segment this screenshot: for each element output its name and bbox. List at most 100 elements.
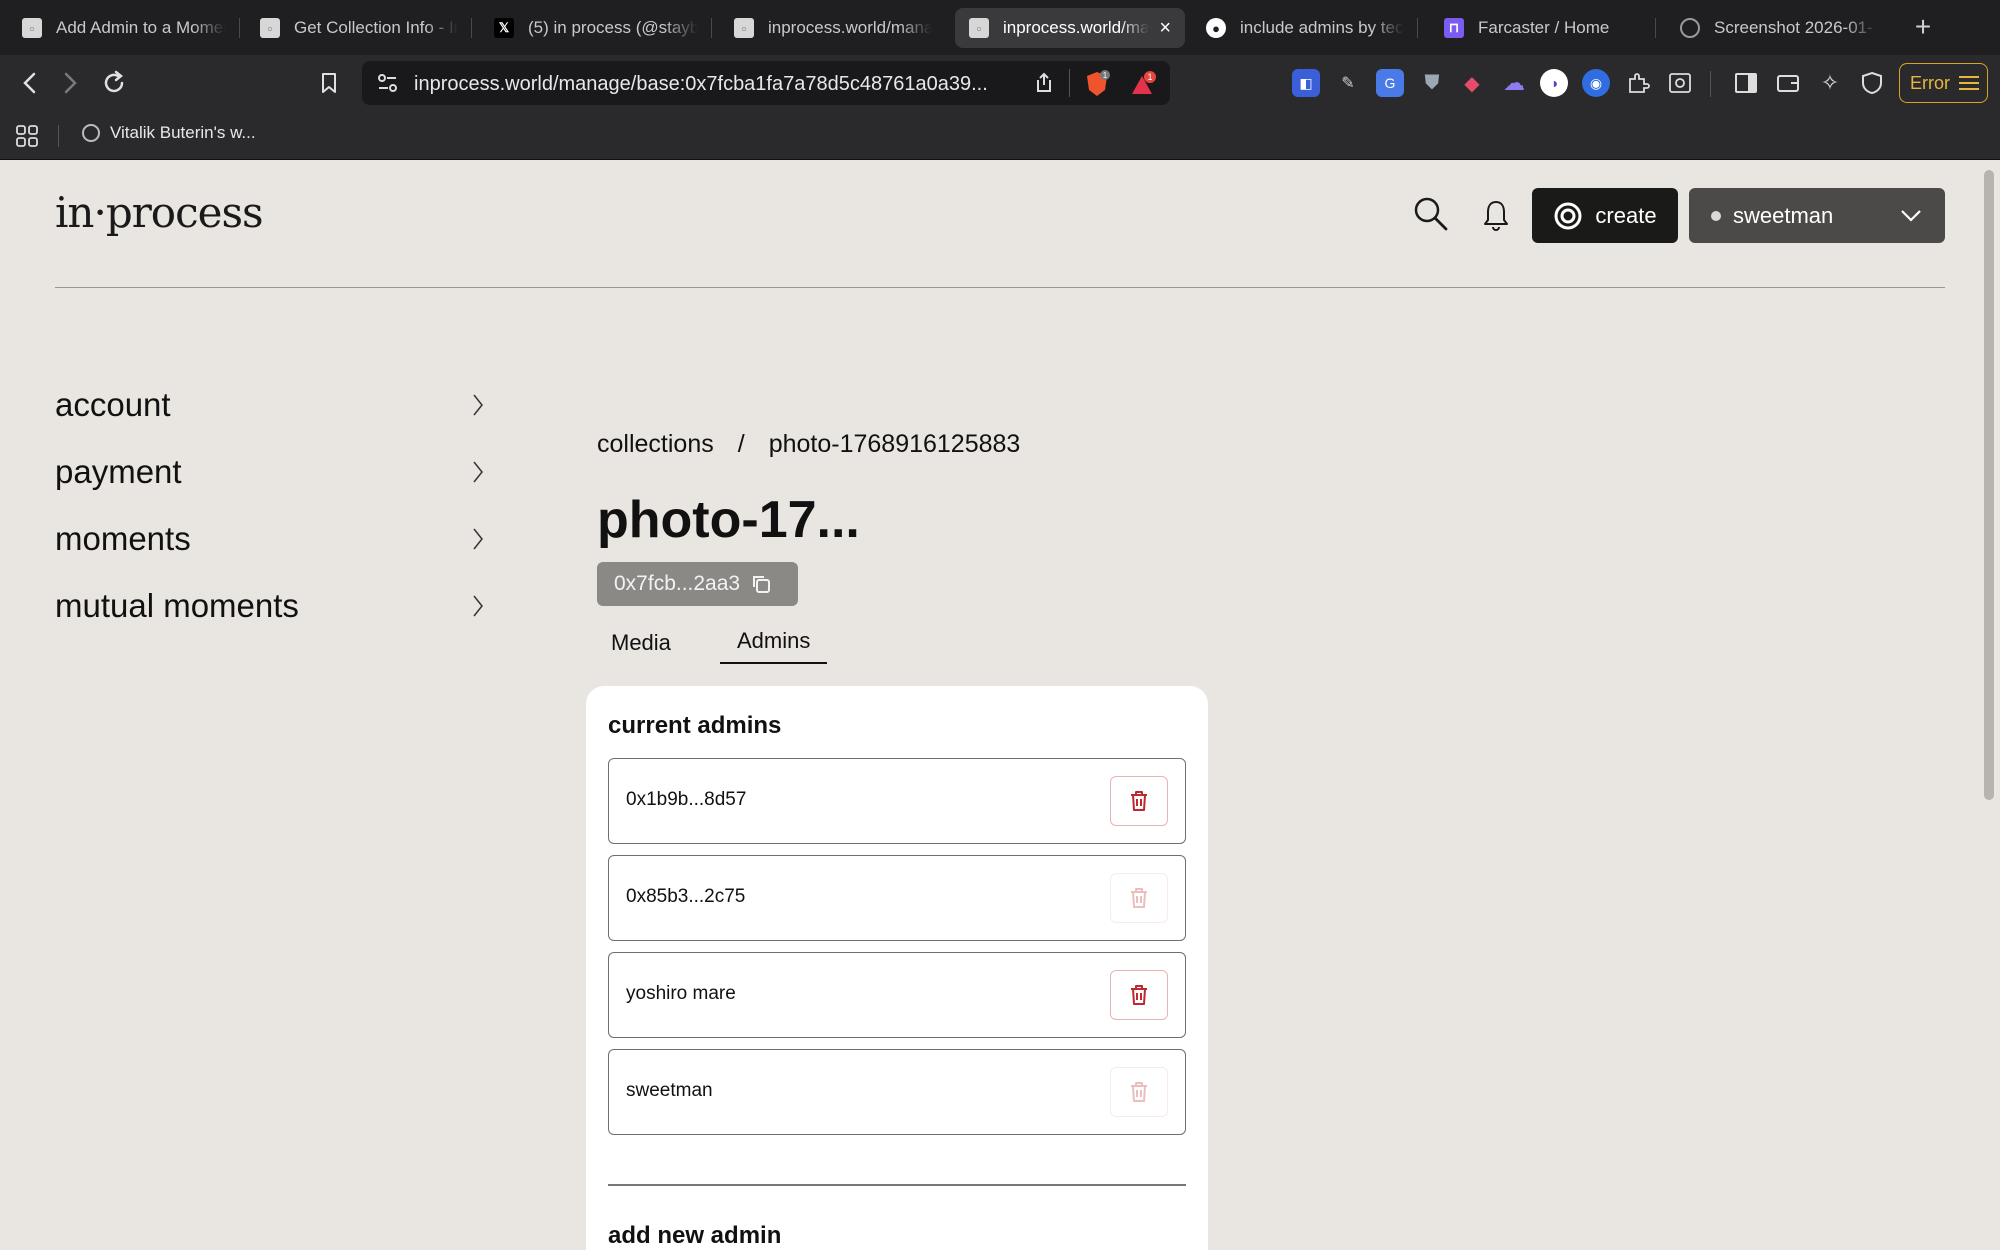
reload-button[interactable]	[96, 67, 132, 99]
admin-row: sweetman	[608, 1049, 1186, 1135]
bookmark-icon[interactable]	[311, 67, 347, 99]
browser-tab-active[interactable]: ▫ inprocess.world/manage ×	[955, 8, 1185, 48]
error-menu-button[interactable]: Error	[1899, 63, 1988, 103]
address-bar[interactable]: inprocess.world/manage/base:0x7fcba1fa7a…	[362, 61, 1170, 105]
sidebar-item-label: mutual moments	[55, 587, 299, 624]
shields-badge: 1	[1103, 71, 1108, 80]
trash-icon	[1131, 1082, 1147, 1102]
share-icon[interactable]	[1034, 71, 1054, 100]
doc-icon: ▫	[969, 18, 989, 38]
sidebar-item-account[interactable]: account	[55, 380, 485, 430]
tab-media[interactable]: Media	[611, 630, 671, 664]
header-divider	[55, 287, 1945, 288]
breadcrumb-current: photo-1768916125883	[768, 430, 1021, 458]
copy-icon	[753, 576, 771, 593]
brave-rewards-icon[interactable]: 1	[1130, 70, 1158, 103]
tab-label: Farcaster / Home	[1478, 18, 1610, 37]
url-text: inprocess.world/manage/base:0x7fcba1fa7a…	[414, 73, 988, 95]
apps-grid-icon[interactable]	[15, 124, 39, 153]
red-extension-icon[interactable]: ◆	[1458, 69, 1486, 97]
trash-icon	[1131, 985, 1147, 1005]
browser-tab[interactable]: 𝕏 (5) in process (@staybase)	[480, 8, 712, 48]
user-menu-button[interactable]: sweetman	[1689, 188, 1945, 243]
bookmark-label: Vitalik Buterin's w...	[110, 123, 256, 142]
wallet-extension-icon[interactable]: ◑	[1540, 69, 1568, 97]
reader-mode-icon[interactable]	[1666, 69, 1694, 97]
site-settings-icon[interactable]	[376, 72, 400, 99]
globe-icon	[1680, 18, 1700, 38]
contract-address: 0x7fcb...2aa3	[614, 572, 741, 595]
admin-row: yoshiro mare	[608, 952, 1186, 1038]
sidebar-item-moments[interactable]: moments	[55, 514, 485, 564]
doc-icon: ▫	[260, 18, 280, 38]
tab-label: inprocess.world/manage	[768, 18, 932, 37]
vpn-shield-icon[interactable]	[1858, 69, 1886, 97]
browser-tab[interactable]: ● include admins by tech	[1192, 8, 1418, 48]
bookmark-item[interactable]: Vitalik Buterin's w...	[82, 123, 256, 143]
chevron-down-icon	[1901, 210, 1921, 222]
cloud-extension-icon[interactable]: ☁	[1500, 69, 1528, 97]
globe-icon	[82, 124, 100, 142]
chevron-right-icon	[473, 461, 483, 483]
wallet-icon[interactable]	[1774, 69, 1802, 97]
bell-icon[interactable]	[1480, 198, 1512, 237]
browser-tab-bar: ▫ Add Admin to a Moment ▫ Get Collection…	[0, 0, 2000, 55]
tab-label: Get Collection Info - In	[294, 18, 458, 37]
coinbase-extension-icon[interactable]: ◉	[1582, 69, 1610, 97]
tab-label: (5) in process (@staybase)	[528, 18, 698, 37]
doc-icon: ▫	[22, 18, 42, 38]
back-button[interactable]	[12, 67, 48, 99]
search-icon[interactable]	[1413, 196, 1449, 237]
page-scrollbar[interactable]	[1984, 170, 1994, 800]
brave-shields-icon[interactable]: 1	[1084, 70, 1110, 103]
breadcrumb-separator: /	[737, 430, 745, 458]
sidebar-toggle-icon[interactable]	[1732, 69, 1760, 97]
tab-label: Add Admin to a Moment	[56, 18, 226, 37]
tab-label: Screenshot 2026-01-	[1714, 18, 1873, 37]
leo-ai-icon[interactable]: ✧	[1816, 69, 1844, 97]
add-new-admin-heading: add new admin	[608, 1222, 782, 1249]
tab-label: inprocess.world/manage	[1003, 18, 1150, 37]
remove-admin-button[interactable]	[1110, 970, 1168, 1020]
contract-address-chip[interactable]: 0x7fcb...2aa3	[597, 562, 798, 606]
breadcrumb: collections / photo-1768916125883	[597, 430, 1020, 459]
admin-name: yoshiro mare	[626, 983, 736, 1004]
page: in·process create sweetman account payme…	[0, 160, 2000, 1250]
tab-admins[interactable]: Admins	[720, 628, 828, 664]
browser-tab[interactable]: ▫ inprocess.world/manage	[720, 8, 946, 48]
extensions-puzzle-icon[interactable]	[1624, 69, 1652, 97]
sidebar-item-label: moments	[55, 520, 191, 557]
menu-icon	[1959, 76, 1979, 90]
browser-tab[interactable]: ▫ Add Admin to a Moment	[8, 8, 240, 48]
forward-button[interactable]	[52, 67, 88, 99]
close-tab-icon[interactable]: ×	[1159, 17, 1171, 40]
eyedropper-extension-icon[interactable]: ✎	[1334, 69, 1362, 97]
sidebar-item-label: account	[55, 386, 171, 423]
x-icon: 𝕏	[494, 18, 514, 38]
translate-extension-icon[interactable]: G	[1376, 69, 1404, 97]
chevron-right-icon	[473, 595, 483, 617]
browser-tab[interactable]: ▫ Get Collection Info - In	[246, 8, 472, 48]
sidebar-item-mutual-moments[interactable]: mutual moments	[55, 581, 485, 631]
card-divider	[608, 1184, 1186, 1186]
site-logo[interactable]: in·process	[55, 188, 264, 237]
browser-tab[interactable]: Screenshot 2026-01-	[1666, 8, 1892, 48]
breadcrumb-collections-link[interactable]: collections	[597, 430, 714, 459]
create-ring-icon	[1554, 202, 1582, 229]
github-icon: ●	[1206, 18, 1226, 38]
tab-label: include admins by tech	[1240, 18, 1404, 37]
create-button[interactable]: create	[1532, 188, 1678, 243]
remove-admin-button[interactable]	[1110, 776, 1168, 826]
bitwarden-extension-icon[interactable]: ◧	[1292, 69, 1320, 97]
browser-tab[interactable]: ⊓ Farcaster / Home	[1430, 8, 1656, 48]
new-tab-button[interactable]: +	[1908, 10, 1938, 44]
page-title: photo-17...	[597, 491, 860, 549]
browser-toolbar: inprocess.world/manage/base:0x7fcba1fa7a…	[0, 55, 2000, 111]
bookmarks-bar: Vitalik Buterin's w...	[0, 111, 2000, 160]
sidebar-item-payment[interactable]: payment	[55, 447, 485, 497]
current-admins-heading: current admins	[608, 712, 782, 739]
doc-icon: ▫	[734, 18, 754, 38]
admin-name: 0x1b9b...8d57	[626, 789, 747, 810]
shield-extension-icon[interactable]: ⛊	[1418, 69, 1446, 97]
admin-name: sweetman	[626, 1080, 713, 1101]
